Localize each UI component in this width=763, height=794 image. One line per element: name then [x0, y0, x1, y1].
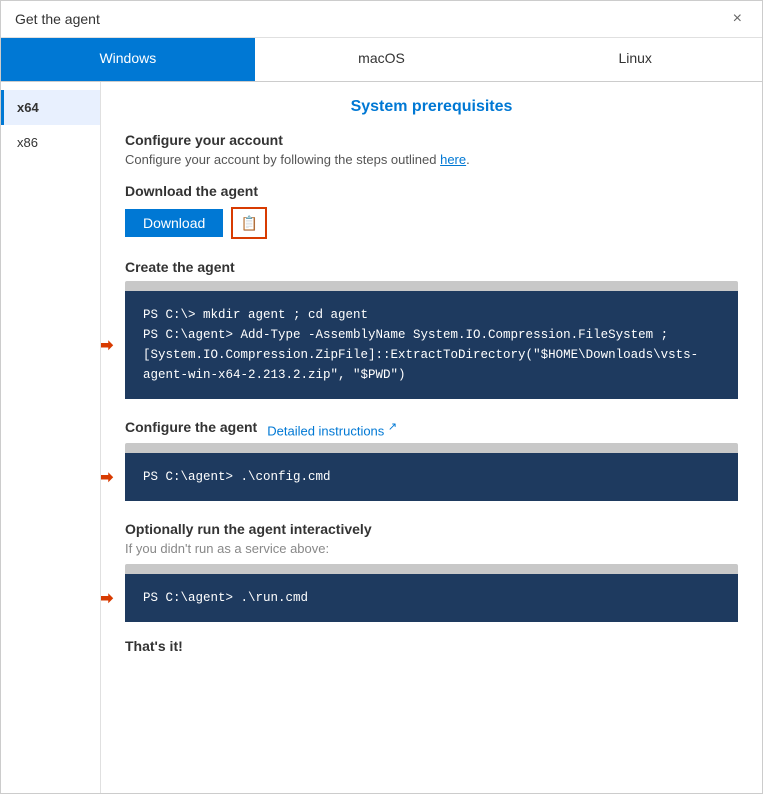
- configure-agent-header: Configure the agent Detailed instruction…: [125, 419, 738, 439]
- create-code-block: PS C:\> mkdir agent ; cd agent PS C:\age…: [125, 291, 738, 399]
- arrow-indicator-2: ➡: [101, 465, 114, 490]
- main-content: System prerequisites Configure your acco…: [101, 82, 762, 793]
- arrow-indicator-3: ➡: [101, 586, 114, 611]
- here-link[interactable]: here: [440, 152, 466, 167]
- tab-windows[interactable]: Windows: [1, 38, 255, 81]
- run-agent-section: Optionally run the agent interactively I…: [125, 521, 738, 622]
- configure-account-section: Configure your account Configure your ac…: [125, 132, 738, 167]
- create-code-wrapper: ➡ PS C:\> mkdir agent ; cd agent PS C:\a…: [125, 291, 738, 399]
- create-agent-section: Create the agent ➡ PS C:\> mkdir agent ;…: [125, 259, 738, 399]
- copy-download-button[interactable]: 📋: [231, 207, 267, 239]
- code-header-bar-2: [125, 443, 738, 453]
- titlebar: Get the agent ×: [1, 1, 762, 38]
- run-code-block: PS C:\agent> .\run.cmd: [125, 574, 738, 622]
- run-code-wrapper: ➡ PS C:\agent> .\run.cmd: [125, 574, 738, 622]
- tab-macos[interactable]: macOS: [255, 38, 509, 81]
- download-row: Download 📋: [125, 207, 738, 239]
- arch-sidebar: x64 x86: [1, 82, 101, 793]
- configure-agent-title: Configure the agent: [125, 419, 257, 435]
- section-title: System prerequisites: [125, 98, 738, 116]
- copy-icon: 📋: [241, 215, 258, 232]
- download-agent-title: Download the agent: [125, 183, 738, 199]
- create-agent-title: Create the agent: [125, 259, 738, 275]
- detailed-instructions-link[interactable]: Detailed instructions ↗: [267, 420, 397, 438]
- run-agent-description: If you didn't run as a service above:: [125, 541, 738, 556]
- close-button[interactable]: ×: [727, 9, 748, 29]
- content-area: x64 x86 System prerequisites Configure y…: [1, 82, 762, 793]
- configure-account-description: Configure your account by following the …: [125, 152, 738, 167]
- download-button[interactable]: Download: [125, 209, 223, 237]
- tab-linux[interactable]: Linux: [508, 38, 762, 81]
- code-header-bar-3: [125, 564, 738, 574]
- os-tabs: Windows macOS Linux: [1, 38, 762, 82]
- configure-code-block: PS C:\agent> .\config.cmd: [125, 453, 738, 501]
- sidebar-item-x86[interactable]: x86: [1, 125, 100, 160]
- external-link-icon: ↗: [388, 421, 397, 433]
- code-header-bar-1: [125, 281, 738, 291]
- configure-code-wrapper: ➡ PS C:\agent> .\config.cmd: [125, 453, 738, 501]
- configure-agent-section: Configure the agent Detailed instruction…: [125, 419, 738, 501]
- dialog-title: Get the agent: [15, 11, 100, 27]
- get-agent-dialog: Get the agent × Windows macOS Linux x64 …: [0, 0, 763, 794]
- footer-label: That's it!: [125, 638, 738, 654]
- sidebar-item-x64[interactable]: x64: [1, 90, 100, 125]
- download-agent-section: Download the agent Download 📋: [125, 183, 738, 239]
- configure-account-title: Configure your account: [125, 132, 738, 148]
- arrow-indicator-1: ➡: [101, 333, 114, 358]
- run-agent-title: Optionally run the agent interactively: [125, 521, 738, 537]
